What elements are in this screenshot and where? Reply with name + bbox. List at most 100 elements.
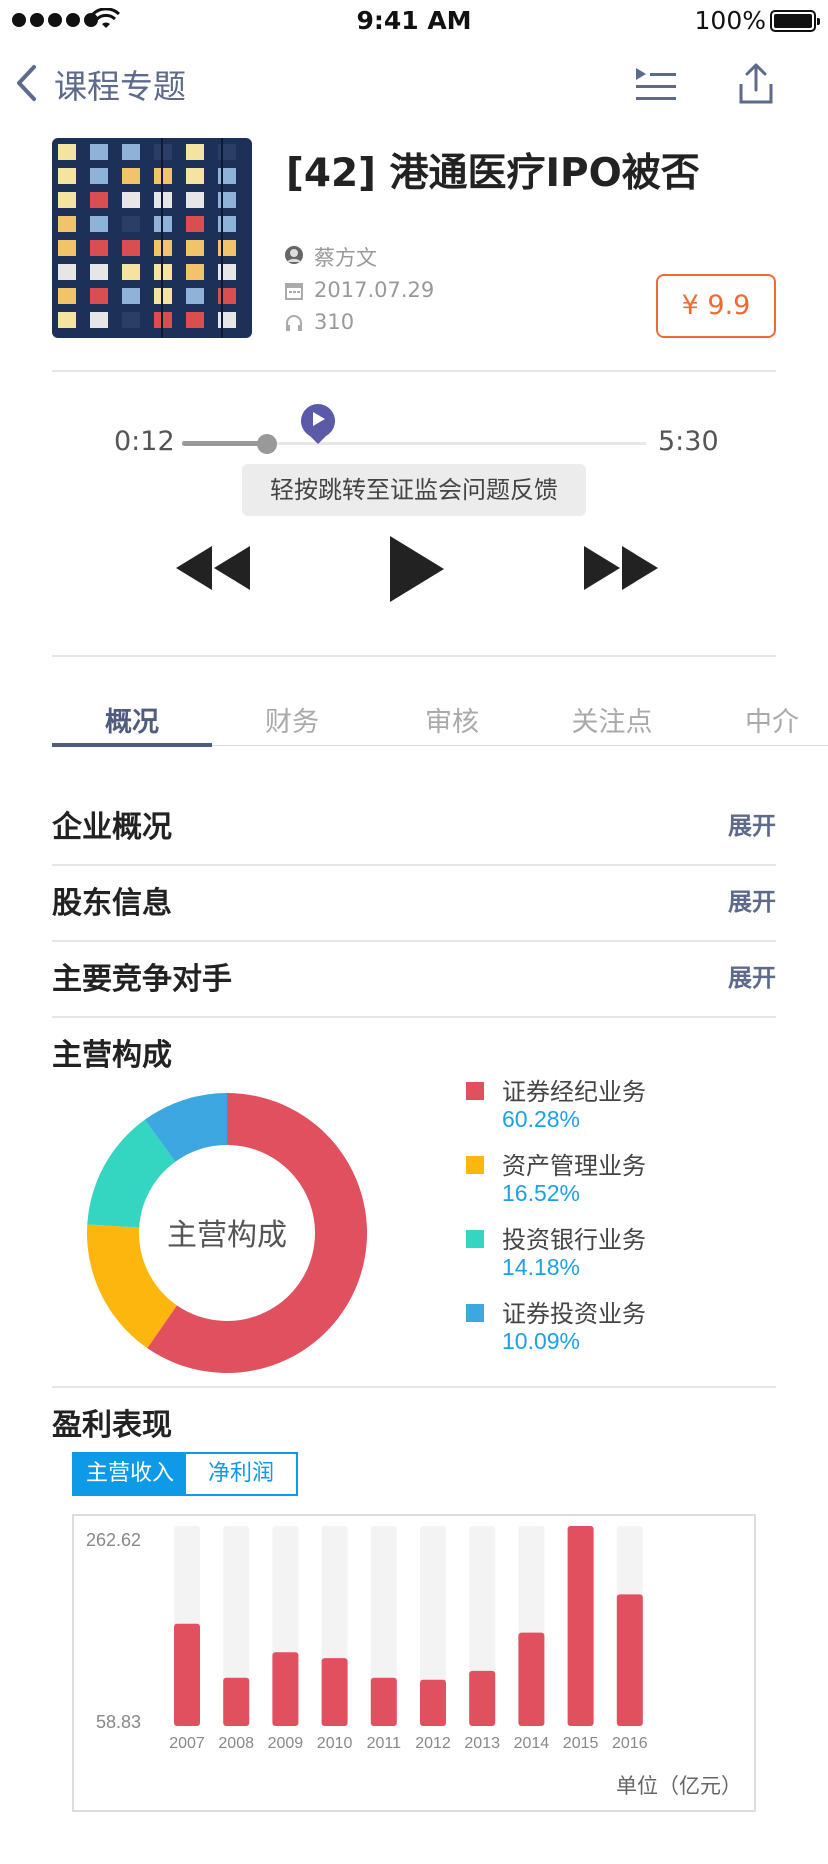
- bar-2014: [518, 1632, 545, 1726]
- divider: [52, 655, 776, 657]
- cover-window: [218, 312, 236, 328]
- total-time: 5:30: [658, 426, 719, 457]
- expand-competitors-button[interactable]: 展开: [728, 958, 776, 993]
- progress-knob[interactable]: [256, 434, 277, 454]
- profit-title: 盈利表现: [52, 1408, 172, 1443]
- divider: [52, 1386, 776, 1388]
- course-date: 2017.07.29: [314, 278, 435, 302]
- cover-window: [122, 168, 140, 184]
- cover-window: [186, 312, 204, 328]
- x-tick-label: 2008: [218, 1735, 254, 1752]
- tab-overview[interactable]: 概况: [52, 700, 212, 739]
- divider: [52, 940, 776, 942]
- legend-name: 投资银行业务: [502, 1226, 646, 1254]
- fast-forward-icon[interactable]: [582, 544, 662, 592]
- chart-unit-label: 单位（亿元）: [616, 1774, 742, 1798]
- battery-icon: [770, 10, 820, 32]
- course-title: [42] 港通医疗IPO被否: [286, 151, 700, 196]
- legend-swatch: [466, 1230, 484, 1248]
- cover-window: [122, 144, 140, 160]
- x-tick-label: 2015: [563, 1735, 599, 1752]
- cover-window: [122, 288, 140, 304]
- cover-window: [58, 264, 76, 280]
- cover-window: [218, 168, 236, 184]
- bar-2016: [616, 1594, 643, 1726]
- y-axis-min-label: 58.83: [96, 1712, 142, 1732]
- progress-fill: [182, 441, 267, 446]
- cover-window: [122, 240, 140, 256]
- cover-window: [122, 264, 140, 280]
- cover-window: [58, 312, 76, 328]
- rewind-icon[interactable]: [174, 544, 254, 592]
- cover-window: [58, 168, 76, 184]
- cover-window: [122, 192, 140, 208]
- divider: [52, 370, 776, 372]
- tab-review[interactable]: 审核: [372, 700, 532, 739]
- status-bar: 9:41 AM 100%: [0, 0, 828, 44]
- profit-metric-toggle: 主营收入 净利润: [72, 1452, 299, 1496]
- chapter-marker-icon[interactable]: [298, 400, 338, 446]
- legend-value: 14.18%: [502, 1254, 581, 1280]
- cover-window: [186, 288, 204, 304]
- course-author: 蔡方文: [314, 246, 377, 270]
- back-icon[interactable]: [14, 64, 38, 102]
- legend-value: 10.09%: [502, 1328, 581, 1354]
- legend-value: 60.28%: [502, 1106, 581, 1132]
- cover-window: [90, 264, 108, 280]
- divider: [52, 864, 776, 866]
- x-tick-label: 2007: [169, 1735, 205, 1752]
- cover-window: [218, 216, 236, 232]
- cover-window: [186, 264, 204, 280]
- author-avatar-icon: [285, 246, 303, 264]
- cover-window: [186, 192, 204, 208]
- x-tick-label: 2014: [514, 1735, 550, 1752]
- toggle-revenue[interactable]: 主营收入: [74, 1454, 187, 1494]
- donut-center-label: 主营构成: [167, 1218, 287, 1253]
- legend-name: 证券经纪业务: [502, 1078, 646, 1106]
- cover-window: [90, 144, 108, 160]
- tab-intermediary[interactable]: 中介: [692, 700, 828, 739]
- cover-window: [90, 312, 108, 328]
- cover-window: [90, 240, 108, 256]
- tab-finance[interactable]: 财务: [212, 700, 372, 739]
- legend-value: 16.52%: [502, 1180, 581, 1206]
- cover-window: [90, 168, 108, 184]
- nav-title[interactable]: 课程专题: [54, 60, 186, 108]
- current-time: 0:12: [114, 426, 175, 457]
- x-tick-label: 2016: [612, 1735, 648, 1752]
- cover-window: [90, 216, 108, 232]
- calendar-icon: [285, 283, 303, 300]
- play-icon[interactable]: [388, 534, 446, 604]
- playlist-icon[interactable]: [634, 66, 678, 102]
- cover-window: [186, 144, 204, 160]
- expand-company-overview-button[interactable]: 展开: [728, 806, 776, 841]
- headphones-icon: [286, 315, 302, 331]
- bar-2010: [321, 1658, 348, 1726]
- legend-swatch: [466, 1082, 484, 1100]
- seek-tooltip[interactable]: 轻按跳转至证监会问题反馈: [242, 464, 586, 516]
- course-cover-image: [52, 138, 252, 338]
- tab-indicator: [52, 743, 212, 747]
- x-tick-label: 2012: [415, 1735, 451, 1752]
- toggle-net-profit[interactable]: 净利润: [186, 1454, 296, 1494]
- cover-window: [218, 288, 236, 304]
- bar-2012: [420, 1679, 446, 1726]
- cover-window: [218, 192, 236, 208]
- bar-2013: [469, 1670, 496, 1726]
- cover-window: [58, 288, 76, 304]
- cover-window: [186, 168, 204, 184]
- legend-swatch: [466, 1304, 484, 1322]
- share-icon[interactable]: [738, 62, 774, 104]
- cover-window: [186, 240, 204, 256]
- price-button[interactable]: ¥ 9.9: [656, 274, 776, 338]
- cover-window: [58, 240, 76, 256]
- divider: [52, 1016, 776, 1018]
- section-competitors: 主要竞争对手: [52, 962, 232, 997]
- x-tick-label: 2010: [317, 1735, 353, 1752]
- cover-window: [218, 240, 236, 256]
- tab-focus-points[interactable]: 关注点: [532, 700, 692, 739]
- bar-2015: [567, 1526, 594, 1726]
- cover-window: [90, 192, 108, 208]
- cover-window: [58, 216, 76, 232]
- expand-shareholders-button[interactable]: 展开: [728, 882, 776, 917]
